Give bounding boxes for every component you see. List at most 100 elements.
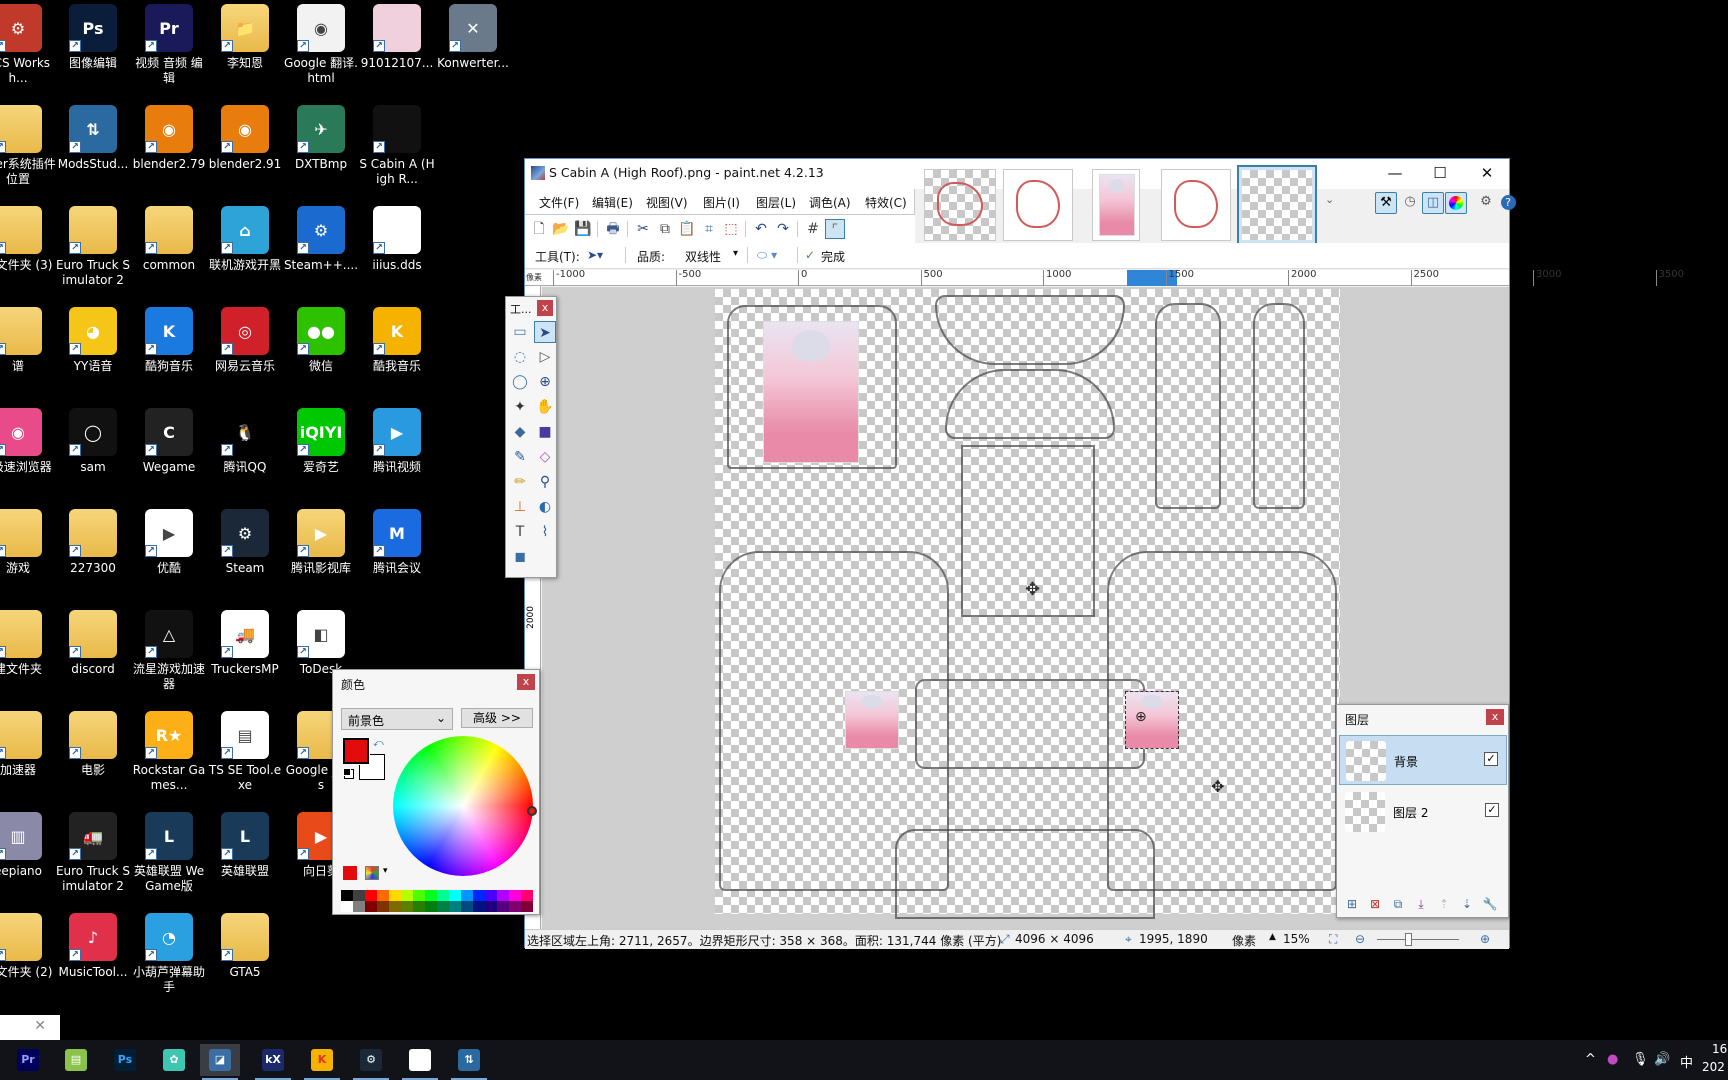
minimize-button[interactable]: — [1373, 159, 1417, 187]
desktop-icon[interactable]: ▶ ↗ 腾讯视频 [359, 408, 435, 475]
menu-view[interactable]: 视图(V) [646, 194, 688, 211]
desktop-icon[interactable]: 🚛 ↗ Euro Truck Simulator 2 [55, 812, 131, 894]
quality-dropdown-chevron-icon[interactable]: ▾ [733, 248, 738, 259]
advanced-button[interactable]: 高级 >> [461, 708, 533, 728]
desktop-icon[interactable]: ♪ ↗ MusicTool... [55, 913, 131, 980]
layer-row-layer-2[interactable]: 图层 2 ✓ [1339, 787, 1507, 837]
qq-tray-icon[interactable]: ● [1607, 1052, 1618, 1067]
layer-visibility-checkbox[interactable]: ✓ [1485, 803, 1499, 817]
ime-indicator[interactable]: 中 [1680, 1052, 1693, 1071]
palette-swatch[interactable] [365, 901, 377, 912]
palette-menu-icon[interactable] [365, 866, 379, 880]
palette-swatch[interactable] [497, 890, 509, 901]
tool-pencil-icon[interactable]: ✏ [509, 471, 531, 493]
desktop-icon[interactable]: ⚙↗ SCS Worksh... [0, 4, 56, 86]
palette-swatch[interactable] [365, 890, 377, 901]
colors-window-close-button[interactable]: x [517, 674, 535, 690]
zoom-level[interactable]: 15% [1283, 932, 1310, 946]
palette-swatch[interactable] [485, 890, 497, 901]
menu-effects[interactable]: 特效(C) [865, 194, 907, 211]
zoom-slider-track[interactable] [1377, 939, 1459, 940]
desktop-icon[interactable]: ↗ 227300 [55, 509, 131, 576]
move-handle-icon[interactable]: ⊕ [1135, 709, 1147, 725]
palette-swatch[interactable] [449, 890, 461, 901]
taskbar-kx-app-button[interactable]: kX [253, 1044, 293, 1080]
palette-swatch[interactable] [341, 901, 353, 912]
print-icon[interactable]: 🖶 [603, 219, 623, 239]
grid-icon[interactable]: # [803, 219, 823, 239]
desktop-icon[interactable]: 📁 ↗ 李知恩 [207, 4, 283, 71]
desktop-icon[interactable]: ◉ ↗ blender2.91 [207, 105, 283, 172]
new-file-icon[interactable]: 🗋 [529, 219, 549, 239]
redo-icon[interactable]: ↷ [773, 219, 793, 239]
zoom-out-icon[interactable]: ⊖ [1355, 932, 1365, 946]
close-button[interactable]: ✕ [1465, 159, 1509, 187]
palette-swatch[interactable] [425, 890, 437, 901]
finish-button[interactable]: 完成 [821, 248, 845, 265]
palette-swatch[interactable] [389, 890, 401, 901]
tool-eraser-icon[interactable]: ◇ [534, 446, 556, 468]
zoom-to-window-icon[interactable]: ⛶ [1329, 932, 1337, 947]
palette-swatch[interactable] [377, 901, 389, 912]
desktop-icon[interactable]: ↗ iiius.dds [359, 206, 435, 273]
color-mode-select[interactable]: 前景色 ⌄ [341, 708, 453, 730]
zoom-in-icon[interactable]: ⊕ [1480, 932, 1490, 946]
close-icon[interactable]: ✕ [34, 1018, 46, 1034]
open-file-icon[interactable]: 📂 [551, 219, 571, 239]
desktop-icon[interactable]: ↗ 游戏 [0, 509, 56, 576]
desktop-icon[interactable]: ◉ ↗ blender2.79 [131, 105, 207, 172]
history-window-toggle-icon[interactable]: ◷ [1399, 192, 1421, 214]
primary-color-swatch[interactable] [342, 737, 370, 765]
taskbar-app-grid-button[interactable]: ✿ [154, 1044, 194, 1076]
desktop-icon[interactable]: ↗ S Cabin A (High R... [359, 105, 435, 187]
tool-recolor-icon[interactable]: ◐ [534, 496, 556, 518]
desktop-icon[interactable]: ↗ 建文件夹 [0, 610, 56, 677]
help-icon[interactable]: ? [1497, 192, 1519, 214]
desktop-icon[interactable]: ●● ↗ 微信 [283, 307, 359, 374]
layer-properties-wrench-icon[interactable]: 🔧 [1481, 897, 1499, 913]
desktop-icon[interactable]: 🐧 ↗ 腾讯QQ [207, 408, 283, 475]
desktop-icon[interactable]: ◉↗ 0极速浏览器 [0, 408, 56, 475]
image-tab-2[interactable] [1003, 169, 1073, 241]
palette-swatch[interactable] [413, 901, 425, 912]
cut-icon[interactable]: ✂ [633, 219, 653, 239]
color-wheel[interactable] [393, 736, 533, 876]
desktop-icon[interactable]: ▶ ↗ 优酷 [131, 509, 207, 576]
units-select[interactable]: 像素 [1232, 932, 1256, 949]
tool-line-curve-icon[interactable]: ⌇ [534, 521, 556, 543]
desktop-icon[interactable]: ▥↗ eepiano [0, 812, 56, 879]
desktop-icon[interactable]: ↗ 加速器 [0, 711, 56, 778]
move-layer-down-icon[interactable]: ⇣ [1458, 897, 1476, 913]
desktop-icon[interactable]: ↗ discord [55, 610, 131, 677]
tool-move-selection-icon[interactable]: ▷ [534, 346, 556, 368]
desktop-icon[interactable]: ↗ 电影 [55, 711, 131, 778]
tool-shapes-icon[interactable]: ◼ [509, 546, 531, 568]
tool-paintbrush-icon[interactable]: ✎ [509, 446, 531, 468]
settings-gear-icon[interactable]: ⚙ [1475, 192, 1497, 214]
add-to-palette-icon[interactable] [343, 866, 357, 880]
palette-swatch[interactable] [473, 890, 485, 901]
tool-ellipse-select-icon[interactable]: ◯ [509, 371, 531, 393]
zoom-slider-thumb[interactable] [1405, 933, 1412, 946]
layers-window-toggle-icon[interactable]: ◫ [1422, 192, 1444, 214]
tray-overflow-chevron-icon[interactable]: ^ [1585, 1052, 1596, 1067]
palette-swatch[interactable] [449, 901, 461, 912]
add-layer-icon[interactable]: ⊞ [1343, 897, 1361, 913]
palette-swatch[interactable] [353, 890, 365, 901]
palette-swatch[interactable] [413, 890, 425, 901]
desktop-icon[interactable]: 🚚 ↗ TruckersMP [207, 610, 283, 677]
menu-adjustments[interactable]: 调色(A) [809, 194, 851, 211]
palette-swatch[interactable] [521, 890, 533, 901]
desktop-icon[interactable]: ▶ ↗ 腾讯影视库 [283, 509, 359, 576]
desktop-icon[interactable]: ↗谱 [0, 307, 56, 374]
tools-window-toggle-icon[interactable]: ⚒ [1375, 192, 1397, 214]
deselect-icon[interactable]: ⬚ [721, 219, 741, 239]
layer-visibility-checkbox[interactable]: ✓ [1484, 752, 1498, 766]
palette-swatch[interactable] [401, 890, 413, 901]
desktop-icon[interactable]: ◉ ↗ Google 翻译.html [283, 4, 359, 86]
tool-lasso-select-icon[interactable]: ◌ [509, 346, 531, 368]
image-canvas[interactable]: ⊕ ✥ ✥ [715, 289, 1340, 919]
palette-swatch[interactable] [401, 901, 413, 912]
merge-layer-down-icon[interactable]: ⤓ [1412, 897, 1430, 913]
tool-rectangle-select-icon[interactable]: ▭ [509, 321, 531, 343]
